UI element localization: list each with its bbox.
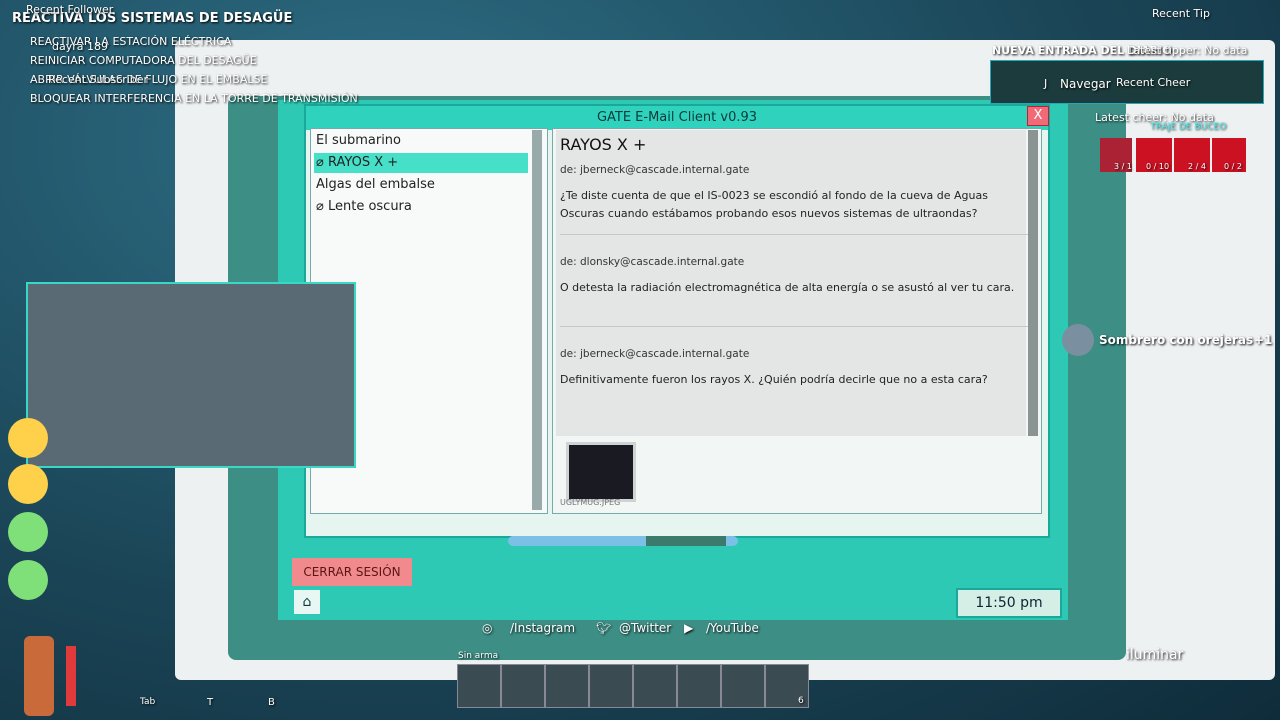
- resource-count: 0 / 10: [1146, 162, 1170, 171]
- hotbar-slot[interactable]: [721, 664, 765, 708]
- message-sender: de: jberneck@cascade.internal.gate: [560, 164, 750, 176]
- player-suit-icon: [24, 636, 54, 716]
- attachment-filename: UGLYMUG.JPEG: [560, 498, 621, 507]
- recent-follower-label: Recent Follower: [26, 3, 114, 16]
- hotbar-slot[interactable]: [457, 664, 501, 708]
- message-text: O detesta la radiación electromagnética …: [560, 281, 1015, 294]
- attachment-thumbnail[interactable]: [566, 442, 636, 502]
- hat-icon: [1062, 324, 1094, 356]
- inbox-item[interactable]: ⌀ Lente oscura: [314, 197, 412, 217]
- navigate-key: J: [1044, 77, 1048, 90]
- youtube-handle: /YouTube: [706, 621, 759, 635]
- resource-count: 2 / 4: [1188, 162, 1206, 171]
- resource-count: 0 / 2: [1224, 162, 1242, 171]
- message-sender: de: dlonsky@cascade.internal.gate: [560, 256, 745, 268]
- no-weapon-label: Sin arma: [458, 651, 499, 661]
- twitter-icon: 🐦︎: [596, 621, 612, 635]
- objective-item: REINICIAR COMPUTADORA DEL DESAGÜE: [30, 54, 257, 67]
- instagram-icon: ◎: [482, 621, 493, 635]
- window-title: GATE E-Mail Client v0.93: [306, 106, 1048, 130]
- webcam-feed: [26, 282, 356, 468]
- gear-icon[interactable]: [8, 418, 48, 458]
- recent-cheer-label: Recent Cheer: [1116, 76, 1191, 89]
- divider: [560, 326, 1028, 327]
- suit-label: TRAJE DE BUCEO: [1150, 122, 1227, 132]
- pickup-item: Sombrero con orejeras: [1099, 333, 1254, 347]
- message-text: ¿Te diste cuenta de que el IS-0023 se es…: [560, 189, 988, 220]
- hotbar-slot[interactable]: [545, 664, 589, 708]
- instagram-handle: /Instagram: [510, 621, 576, 635]
- reader-scrollbar[interactable]: [1028, 130, 1038, 436]
- inbox-item[interactable]: Algas del embalse: [314, 175, 435, 195]
- resource-count: 3 / 1: [1114, 162, 1132, 171]
- inbox-scrollbar[interactable]: [532, 130, 542, 510]
- inbox-item-selected[interactable]: ⌀ RAYOS X +: [314, 153, 528, 173]
- hand-icon[interactable]: [8, 464, 48, 504]
- pickup-count: +1: [1254, 333, 1273, 347]
- navigate-label: Navegar: [1060, 77, 1111, 91]
- hotbar-slot[interactable]: [501, 664, 545, 708]
- paperclip-icon: ⌀: [316, 199, 324, 214]
- objective-item: BLOQUEAR INTERFERENCIA EN LA TORRE DE TR…: [30, 92, 358, 105]
- divider: [560, 234, 1028, 235]
- key-hint: T: [207, 697, 214, 708]
- youtube-icon: ▶: [684, 621, 694, 635]
- paperclip-icon: ⌀: [316, 155, 324, 170]
- key-hint: Tab: [140, 697, 156, 707]
- key-hint: B: [268, 697, 275, 708]
- hotbar-slot[interactable]: [677, 664, 721, 708]
- follower-name: dayra 189: [52, 40, 108, 53]
- slider-fill: [646, 536, 726, 546]
- temperature-gauge: [66, 646, 76, 706]
- hotbar-slot[interactable]: [589, 664, 633, 708]
- food-icon[interactable]: [8, 512, 48, 552]
- recent-tip-label: Recent Tip: [1152, 7, 1210, 20]
- message-text: Definitivamente fueron los rayos X. ¿Qui…: [560, 373, 988, 386]
- hotbar-count: 6: [798, 696, 804, 706]
- recent-subscriber-label: Recent Subscriber: [48, 73, 149, 86]
- illuminate-prompt: iluminar: [1126, 647, 1184, 663]
- message-sender: de: jberneck@cascade.internal.gate: [560, 348, 750, 360]
- bread-icon[interactable]: [8, 560, 48, 600]
- clock: 11:50 pm: [956, 588, 1062, 618]
- taskbar: [290, 588, 1060, 616]
- email-subject: RAYOS X +: [560, 135, 647, 154]
- close-button[interactable]: X: [1027, 106, 1049, 126]
- start-icon[interactable]: ⌂: [294, 590, 320, 614]
- twitter-handle: @Twitter: [619, 621, 672, 635]
- logout-button[interactable]: CERRAR SESIÓN: [292, 558, 412, 586]
- latest-tipper: Latest tipper: No data: [1127, 44, 1248, 57]
- hotbar-slot[interactable]: [633, 664, 677, 708]
- inbox-item[interactable]: El submarino: [314, 131, 401, 151]
